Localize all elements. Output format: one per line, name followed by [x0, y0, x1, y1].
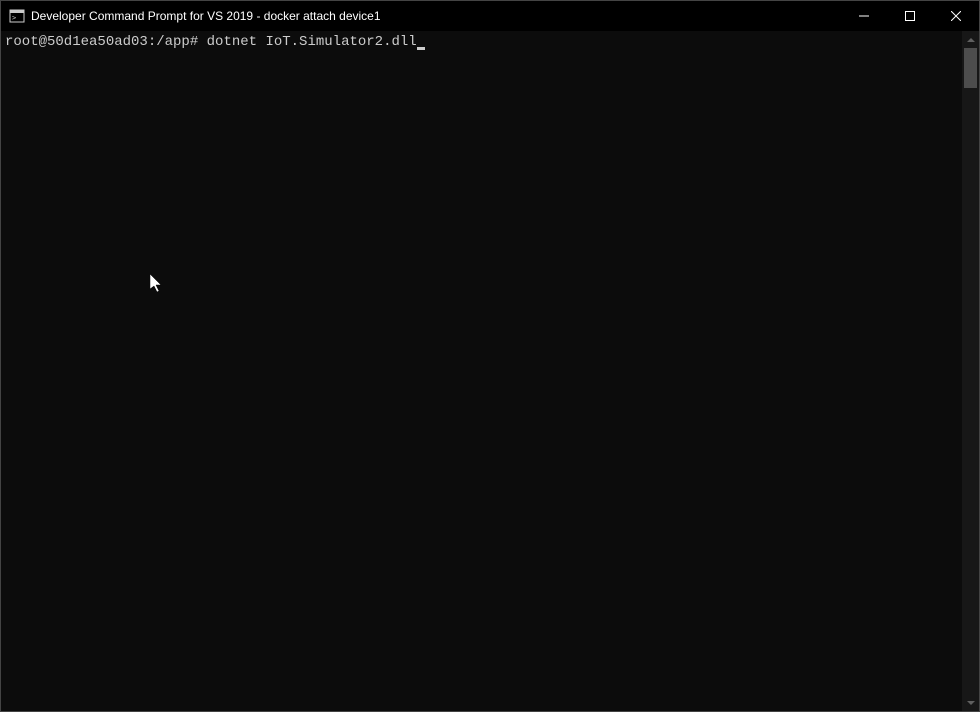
scroll-down-arrow-icon[interactable] — [962, 694, 979, 711]
vertical-scrollbar[interactable] — [962, 31, 979, 711]
terminal-line: root@50d1ea50ad03:/app# dotnet IoT.Simul… — [5, 33, 958, 51]
terminal-body: root@50d1ea50ad03:/app# dotnet IoT.Simul… — [1, 31, 979, 711]
maximize-button[interactable] — [887, 1, 933, 31]
window-title: Developer Command Prompt for VS 2019 - d… — [31, 9, 841, 23]
terminal-content[interactable]: root@50d1ea50ad03:/app# dotnet IoT.Simul… — [1, 31, 962, 711]
terminal-window: >_ Developer Command Prompt for VS 2019 … — [0, 0, 980, 712]
window-controls — [841, 1, 979, 31]
scrollbar-thumb[interactable] — [964, 48, 977, 88]
cursor-icon — [417, 47, 425, 50]
minimize-button[interactable] — [841, 1, 887, 31]
app-icon: >_ — [9, 8, 25, 24]
shell-prompt: root@50d1ea50ad03:/app# — [5, 34, 198, 50]
scroll-up-arrow-icon[interactable] — [962, 31, 979, 48]
scrollbar-track[interactable] — [962, 48, 979, 694]
command-text: dotnet IoT.Simulator2.dll — [207, 34, 417, 50]
svg-text:>_: >_ — [12, 14, 21, 22]
titlebar[interactable]: >_ Developer Command Prompt for VS 2019 … — [1, 1, 979, 31]
close-button[interactable] — [933, 1, 979, 31]
